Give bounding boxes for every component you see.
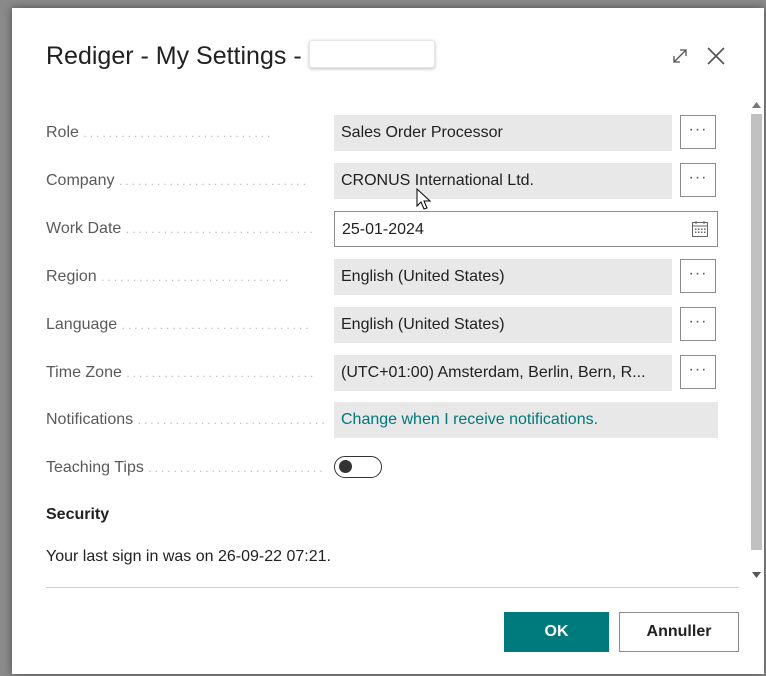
region-lookup-button[interactable]: ···: [680, 259, 716, 293]
company-field[interactable]: CRONUS International Ltd.: [334, 163, 672, 199]
role-field[interactable]: Sales Order Processor: [334, 115, 672, 151]
work-date-row: Work Date ..............................…: [46, 211, 721, 247]
toggle-knob: [339, 460, 352, 473]
region-row: Region .............................. En…: [46, 259, 721, 295]
language-label: Language ..............................: [46, 316, 312, 333]
time-zone-row: Time Zone ..............................…: [46, 355, 721, 391]
last-signin-text: Your last sign in was on 26-09-22 07:21.: [46, 548, 331, 565]
company-row: Company .............................. C…: [46, 163, 721, 199]
notifications-label: Notifications ..........................…: [46, 411, 326, 428]
time-zone-label: Time Zone ..............................: [46, 364, 317, 381]
teaching-tips-row: Teaching Tips ..........................…: [46, 450, 721, 486]
role-row: Role .............................. Sale…: [46, 115, 721, 151]
teaching-tips-toggle[interactable]: [334, 456, 382, 478]
language-lookup-button[interactable]: ···: [680, 307, 716, 341]
cancel-button[interactable]: Annuller: [619, 612, 739, 652]
close-icon: [707, 47, 725, 65]
notifications-row: Notifications ..........................…: [46, 402, 721, 438]
role-lookup-button[interactable]: ···: [680, 115, 716, 149]
dialog-title: Rediger - My Settings -: [46, 40, 435, 71]
region-field[interactable]: English (United States): [334, 259, 672, 295]
divider: [46, 587, 739, 588]
role-label: Role ..............................: [46, 124, 274, 141]
scrollbar-thumb[interactable]: [751, 114, 762, 550]
security-heading: Security: [46, 506, 110, 523]
close-button[interactable]: [702, 42, 730, 70]
work-date-value: 25-01-2024: [342, 221, 424, 238]
vertical-scrollbar[interactable]: [749, 96, 764, 588]
mouse-cursor-icon: [416, 188, 432, 210]
ok-button[interactable]: OK: [504, 612, 609, 652]
scroll-down-arrow-icon[interactable]: [752, 572, 761, 578]
dialog-title-text: Rediger - My Settings -: [46, 42, 309, 70]
scroll-up-arrow-icon[interactable]: [752, 102, 761, 108]
language-field[interactable]: English (United States): [334, 307, 672, 343]
notifications-link[interactable]: Change when I receive notifications.: [334, 402, 718, 438]
calendar-icon[interactable]: [691, 220, 709, 238]
expand-button[interactable]: [666, 42, 694, 70]
work-date-input[interactable]: 25-01-2024: [334, 211, 718, 247]
redacted-user-name: [308, 40, 435, 68]
company-lookup-button[interactable]: ···: [680, 163, 716, 197]
time-zone-lookup-button[interactable]: ···: [680, 355, 716, 389]
region-label: Region ..............................: [46, 268, 292, 285]
company-label: Company ..............................: [46, 172, 309, 189]
time-zone-field[interactable]: (UTC+01:00) Amsterdam, Berlin, Bern, R..…: [334, 355, 672, 391]
work-date-label: Work Date ..............................: [46, 220, 316, 237]
language-row: Language .............................. …: [46, 307, 721, 343]
settings-dialog: Rediger - My Settings - Role ...........…: [12, 8, 764, 674]
expand-diagonal-icon: [673, 49, 687, 63]
teaching-tips-label: Teaching Tips ..........................…: [46, 459, 326, 476]
